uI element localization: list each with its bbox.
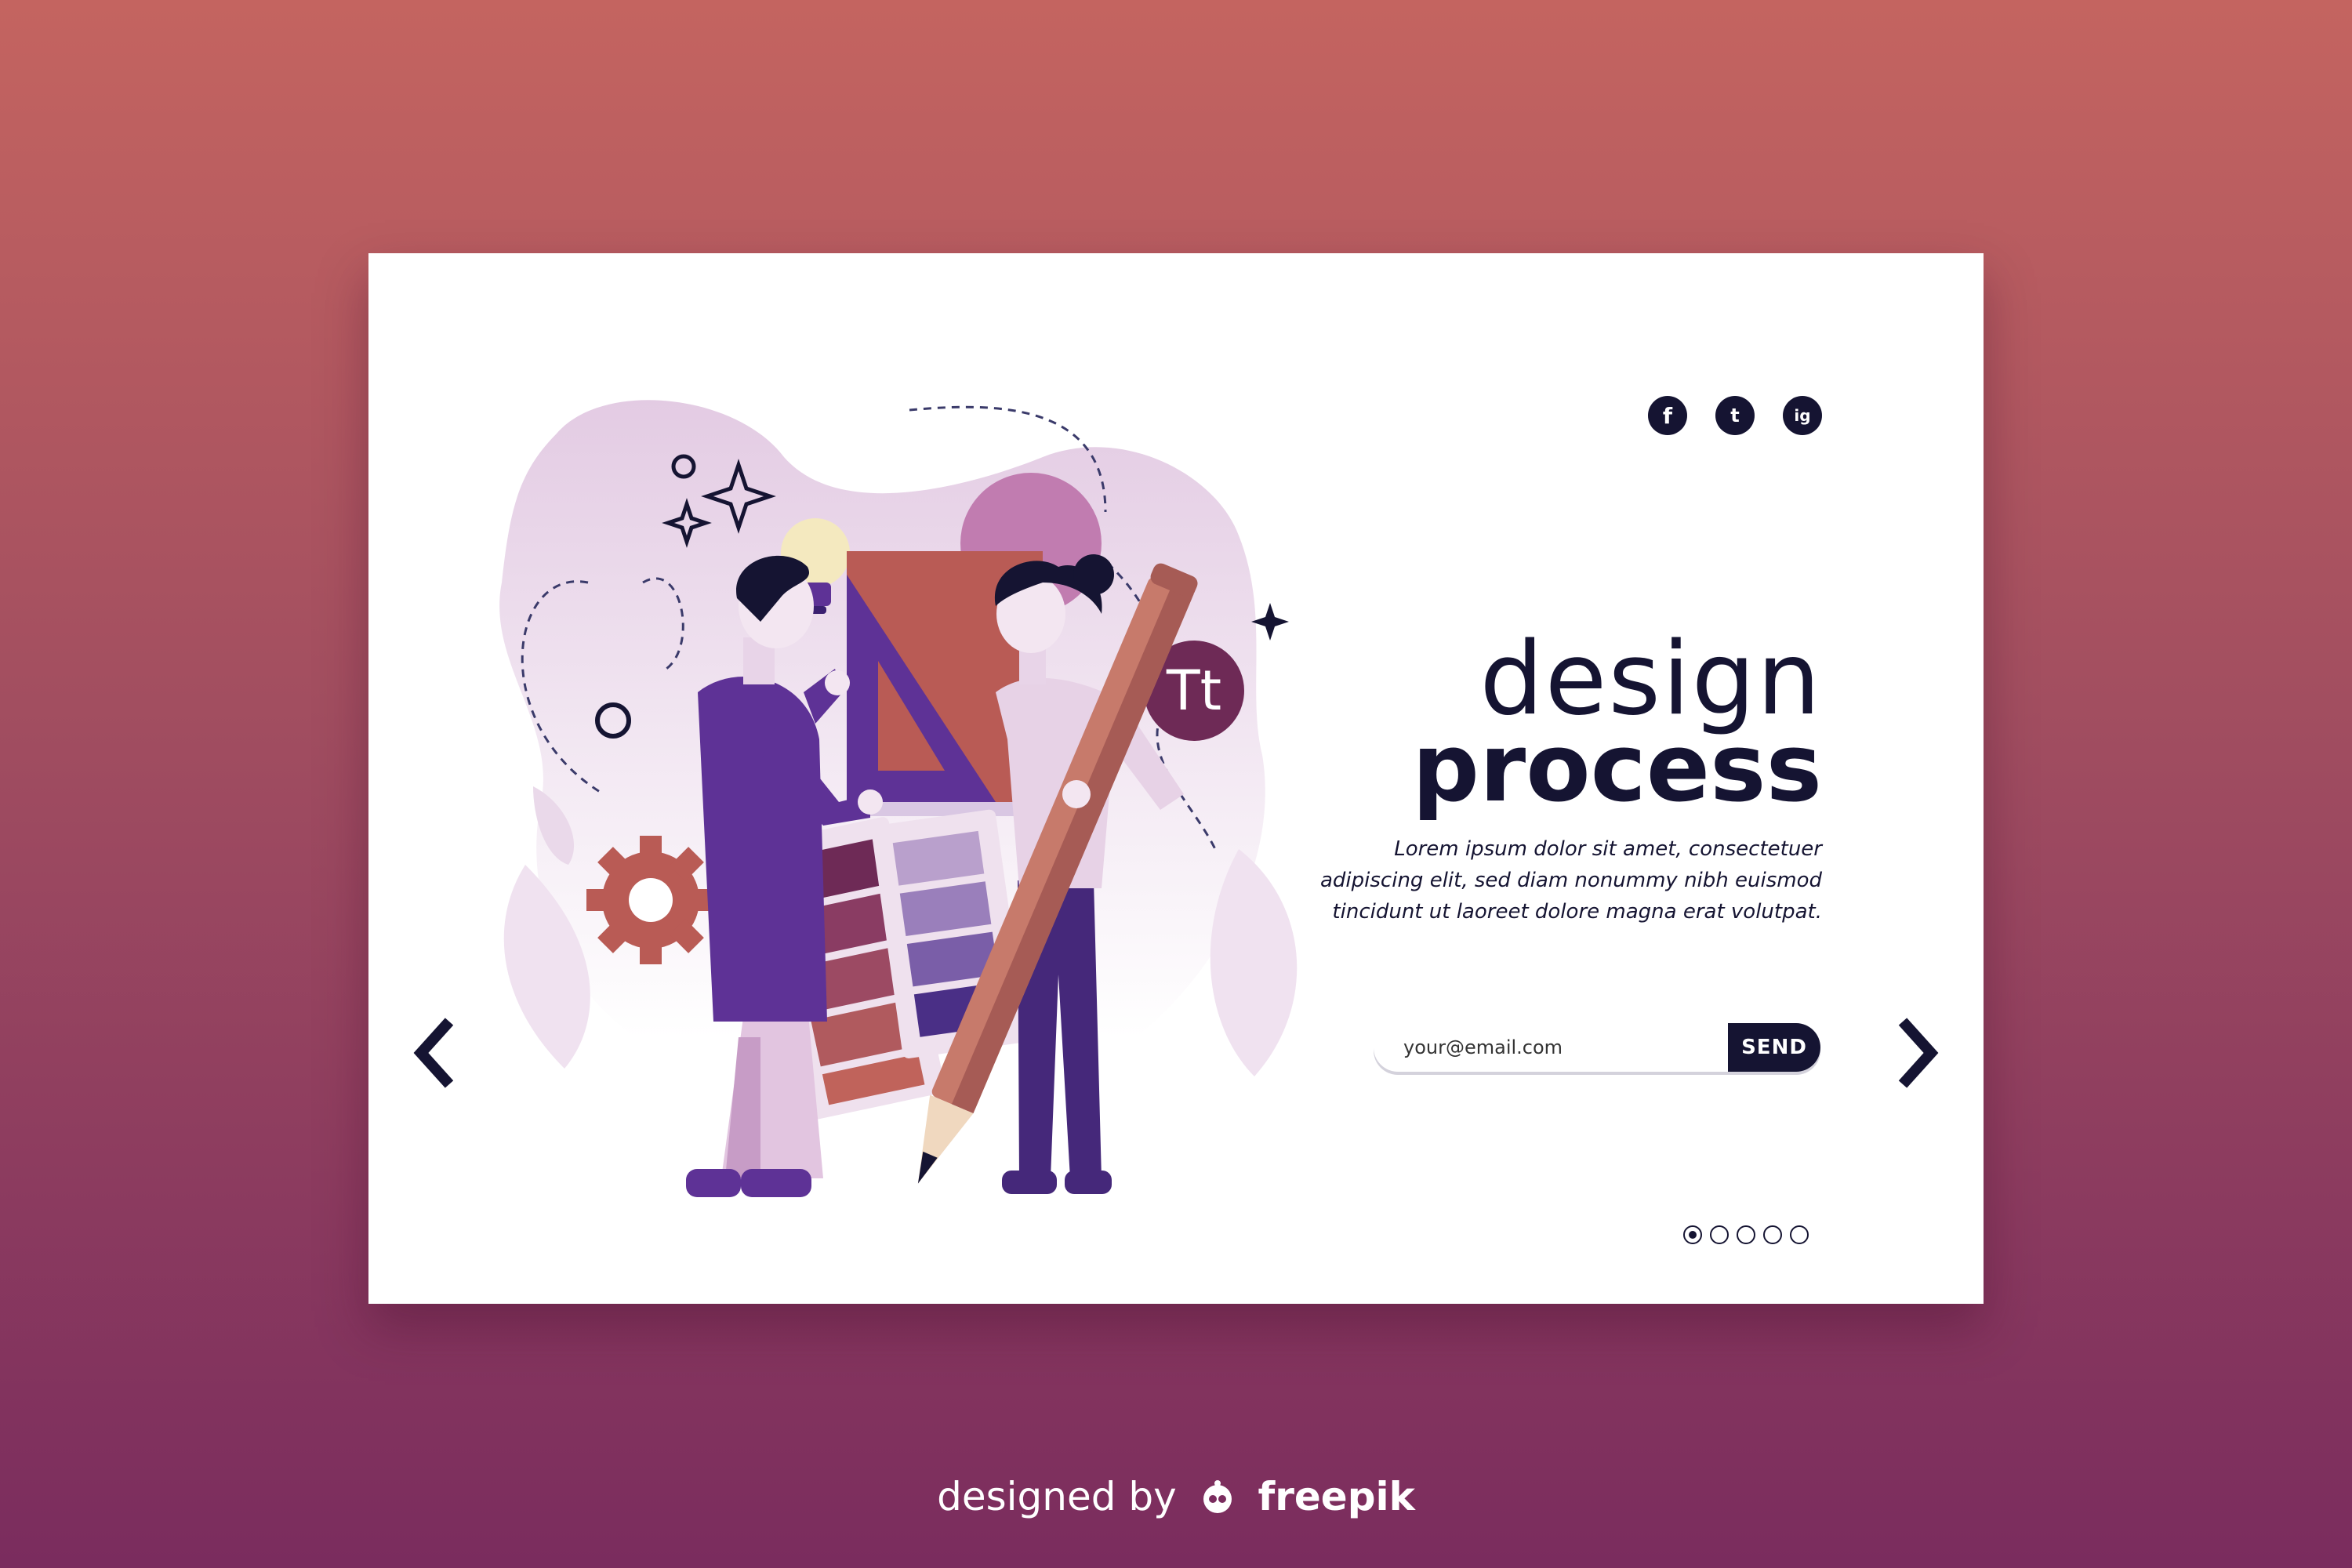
page-dot-4[interactable] [1763,1225,1782,1244]
social-links: f t ig [1648,396,1822,435]
font-badge-label: Tt [1166,659,1222,723]
page-dot-3[interactable] [1737,1225,1755,1244]
sparkle-star [1251,603,1289,641]
page-dot-1[interactable] [1683,1225,1702,1244]
title-line-process: process [1412,714,1822,823]
subscribe-form: SEND [1374,1023,1820,1072]
attribution-brand: freepik [1258,1474,1415,1519]
attribution-prefix: designed by [937,1474,1177,1519]
pagination-dots [1683,1225,1809,1244]
landing-card: f t ig Tt design process Lorem ipsum dol… [368,253,1984,1304]
gear-icon [586,836,715,964]
page-dot-5[interactable] [1790,1225,1809,1244]
facebook-icon[interactable]: f [1648,396,1687,435]
title-line-design: design [1479,621,1822,738]
description-text: Lorem ipsum dolor sit amet, consectetuer… [1320,837,1823,924]
send-button[interactable]: SEND [1728,1023,1820,1072]
freepik-logo-icon [1203,1479,1232,1513]
page-dot-2[interactable] [1710,1225,1729,1244]
attribution: designed by freepik [0,1474,2352,1521]
prev-arrow-icon[interactable] [412,1014,459,1092]
page-title: design process [1412,621,1822,823]
email-field[interactable] [1374,1023,1733,1072]
next-arrow-icon[interactable] [1893,1014,1940,1092]
instagram-icon[interactable]: ig [1783,396,1822,435]
twitter-icon[interactable]: t [1715,396,1755,435]
